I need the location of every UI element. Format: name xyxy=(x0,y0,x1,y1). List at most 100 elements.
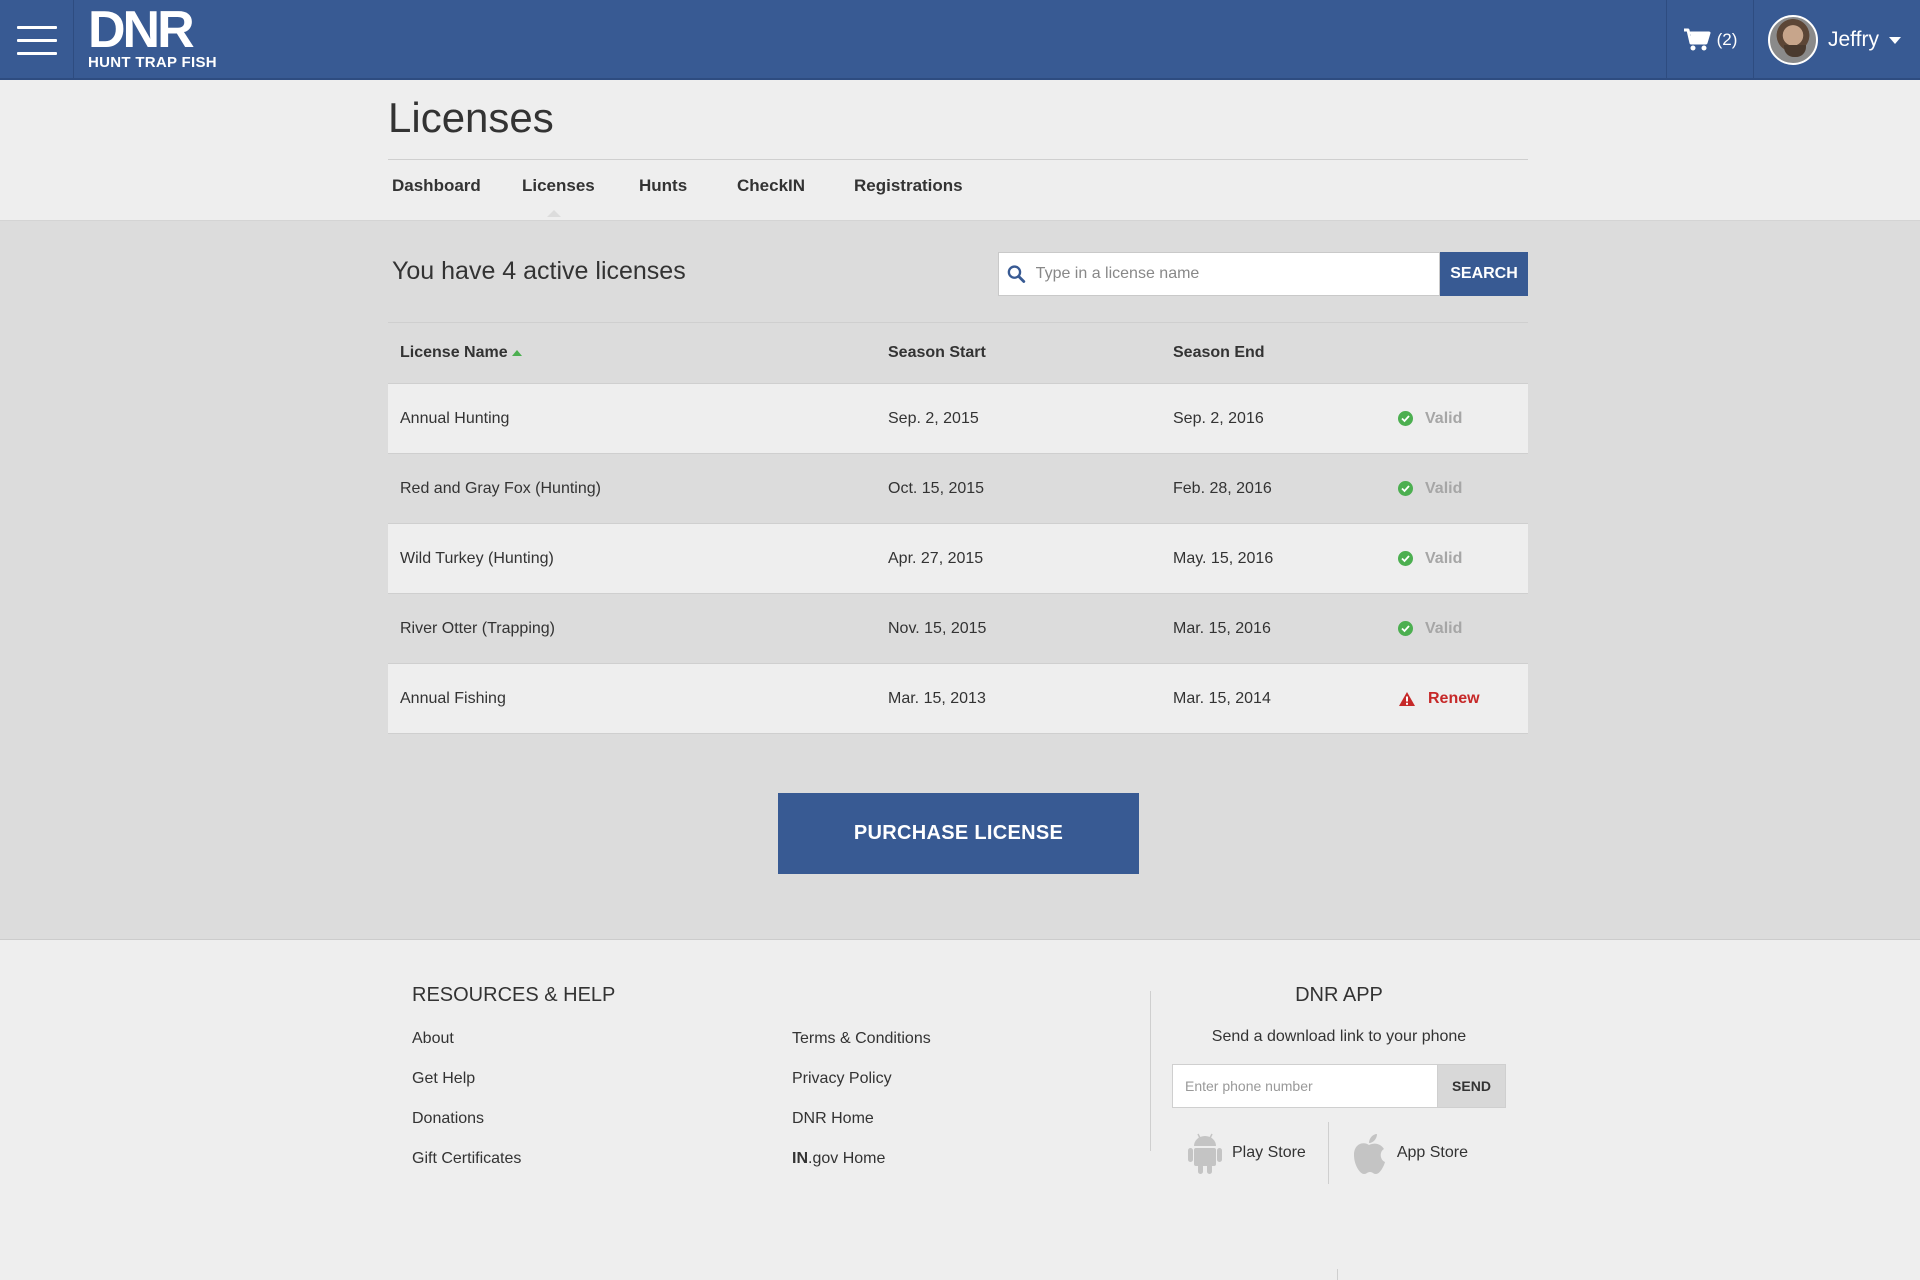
divider xyxy=(388,159,1528,160)
season-start: Mar. 15, 2013 xyxy=(888,689,986,707)
check-circle-icon xyxy=(1398,481,1413,496)
footer-links-left: About Get Help Donations Gift Certificat… xyxy=(412,1027,521,1187)
footer-link-donations[interactable]: Donations xyxy=(412,1107,521,1147)
top-nav-bar: DNR HUNT TRAP FISH (2) Jeffry xyxy=(0,0,1920,80)
dnr-logo[interactable]: DNR HUNT TRAP FISH xyxy=(88,1,217,71)
page-title: Licenses xyxy=(388,94,554,141)
user-name: Jeffry xyxy=(1828,28,1879,51)
search-button[interactable]: SEARCH xyxy=(1440,252,1528,296)
season-start: Nov. 15, 2015 xyxy=(888,619,987,637)
page-header: Licenses Dashboard Licenses Hunts CheckI… xyxy=(0,80,1920,221)
season-end: Mar. 15, 2016 xyxy=(1173,619,1271,637)
license-name: Red and Gray Fox (Hunting) xyxy=(400,479,601,497)
tab-licenses[interactable]: Licenses xyxy=(518,176,635,217)
season-end: Sep. 2, 2016 xyxy=(1173,409,1264,427)
footer-link-privacy[interactable]: Privacy Policy xyxy=(792,1067,931,1107)
check-circle-icon xyxy=(1398,551,1413,566)
logo-tagline: HUNT TRAP FISH xyxy=(88,54,217,71)
season-end: Feb. 28, 2016 xyxy=(1173,479,1272,497)
store-divider xyxy=(1327,1122,1329,1184)
check-circle-icon xyxy=(1398,621,1413,636)
active-licenses-heading: You have 4 active licenses xyxy=(392,257,686,285)
license-search: SEARCH xyxy=(998,252,1528,296)
app-heading: DNR APP xyxy=(1295,984,1383,1006)
table-header: License Name Season Start Season End xyxy=(388,323,1528,384)
footer-link-terms[interactable]: Terms & Conditions xyxy=(792,1027,931,1067)
season-end: May. 15, 2016 xyxy=(1173,549,1274,567)
season-start: Apr. 27, 2015 xyxy=(888,549,984,567)
apple-icon xyxy=(1353,1134,1385,1174)
column-header-season-end[interactable]: Season End xyxy=(1173,344,1398,362)
footer-link-about[interactable]: About xyxy=(412,1027,521,1067)
status-label: Valid xyxy=(1425,619,1463,637)
status-label: Valid xyxy=(1425,409,1463,427)
license-name: River Otter (Trapping) xyxy=(400,619,555,637)
footer-link-get-help[interactable]: Get Help xyxy=(412,1067,521,1107)
avatar xyxy=(1768,15,1818,65)
cart-icon xyxy=(1683,28,1711,51)
send-button[interactable]: SEND xyxy=(1438,1064,1506,1108)
status-label: Valid xyxy=(1425,549,1463,567)
app-store-links: Play Store App Store xyxy=(1188,1121,1468,1185)
tab-checkin[interactable]: CheckIN xyxy=(733,176,850,196)
license-name: Annual Fishing xyxy=(400,689,506,707)
footer-divider xyxy=(1150,991,1151,1151)
license-name: Annual Hunting xyxy=(400,409,510,427)
footer-link-gift-certificates[interactable]: Gift Certificates xyxy=(412,1147,521,1187)
footer: RESOURCES & HELP About Get Help Donation… xyxy=(0,941,1920,1280)
tab-registrations[interactable]: Registrations xyxy=(850,176,990,196)
play-store-label: Play Store xyxy=(1232,1144,1306,1161)
season-start: Sep. 2, 2015 xyxy=(888,409,979,427)
season-end: Mar. 15, 2014 xyxy=(1173,689,1271,707)
tab-licenses-label: Licenses xyxy=(522,176,595,195)
phone-form: SEND xyxy=(1172,1064,1506,1108)
sort-ascending-icon xyxy=(511,349,522,356)
menu-icon[interactable] xyxy=(0,0,74,80)
table-row[interactable]: Wild Turkey (Hunting) Apr. 27, 2015 May.… xyxy=(388,524,1528,594)
licenses-table: License Name Season Start Season End Ann… xyxy=(388,322,1528,734)
search-icon xyxy=(1007,265,1026,283)
footer-links-right: Terms & Conditions Privacy Policy DNR Ho… xyxy=(792,1027,931,1187)
logo-title: DNR xyxy=(88,1,195,59)
phone-input[interactable] xyxy=(1185,1078,1437,1094)
column-header-season-start[interactable]: Season Start xyxy=(888,344,1173,362)
warning-icon xyxy=(1399,691,1415,706)
table-row[interactable]: Red and Gray Fox (Hunting) Oct. 15, 2015… xyxy=(388,454,1528,524)
column-label: License Name xyxy=(400,344,508,361)
ingov-bold: IN xyxy=(792,1150,808,1167)
renew-link[interactable]: Renew xyxy=(1428,690,1480,708)
user-menu[interactable]: Jeffry xyxy=(1768,0,1920,80)
status-label: Valid xyxy=(1425,479,1463,497)
phone-field[interactable] xyxy=(1172,1064,1438,1108)
footer-divider-bottom xyxy=(1337,1269,1338,1280)
play-store-link[interactable]: Play Store xyxy=(1188,1131,1306,1175)
search-field[interactable] xyxy=(998,252,1440,296)
license-name: Wild Turkey (Hunting) xyxy=(400,549,554,567)
table-row[interactable]: River Otter (Trapping) Nov. 15, 2015 Mar… xyxy=(388,594,1528,664)
chevron-down-icon xyxy=(1888,36,1901,44)
licenses-panel: You have 4 active licenses SEARCH Licens… xyxy=(0,221,1920,940)
search-input[interactable] xyxy=(1035,265,1439,283)
tab-bar: Dashboard Licenses Hunts CheckIN Registr… xyxy=(388,176,990,217)
purchase-license-button[interactable]: PURCHASE LICENSE xyxy=(778,793,1139,874)
app-store-link[interactable]: App Store xyxy=(1351,1131,1468,1175)
column-header-license-name[interactable]: License Name xyxy=(388,344,888,362)
resources-heading: RESOURCES & HELP xyxy=(412,984,616,1006)
cart-button[interactable]: (2) xyxy=(1666,0,1754,80)
active-tab-indicator xyxy=(547,210,561,217)
season-start: Oct. 15, 2015 xyxy=(888,479,985,497)
license-status: Valid xyxy=(1398,620,1528,638)
license-status[interactable]: Renew xyxy=(1398,690,1528,708)
tab-hunts[interactable]: Hunts xyxy=(635,176,733,196)
ingov-rest: .gov Home xyxy=(808,1150,886,1167)
footer-link-dnr-home[interactable]: DNR Home xyxy=(792,1107,931,1147)
app-subtitle: Send a download link to your phone xyxy=(1211,1028,1467,1045)
check-circle-icon xyxy=(1398,411,1413,426)
cart-count: (2) xyxy=(1716,30,1738,49)
table-row[interactable]: Annual Hunting Sep. 2, 2015 Sep. 2, 2016… xyxy=(388,384,1528,454)
license-status: Valid xyxy=(1398,410,1528,428)
table-row[interactable]: Annual Fishing Mar. 15, 2013 Mar. 15, 20… xyxy=(388,664,1528,734)
footer-link-ingov-home[interactable]: IN.gov Home xyxy=(792,1147,931,1187)
tab-dashboard[interactable]: Dashboard xyxy=(388,176,518,196)
license-status: Valid xyxy=(1398,480,1528,498)
